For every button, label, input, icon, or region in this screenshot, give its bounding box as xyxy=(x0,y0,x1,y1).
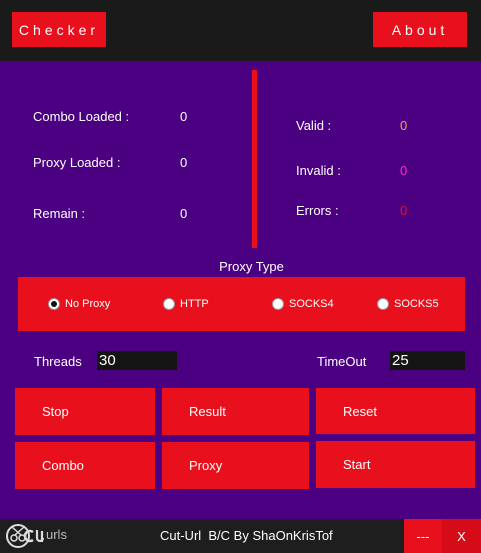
threads-label: Threads xyxy=(34,354,82,369)
proxy-loaded-label: Proxy Loaded : xyxy=(33,155,121,170)
radio-socks5-label: SOCKS5 xyxy=(394,298,439,310)
credit-text: Cut-Url B/C By ShaOnKrisTof xyxy=(160,528,333,543)
top-bar: Checker About xyxy=(0,0,481,61)
radio-checked-icon xyxy=(48,298,60,310)
radio-no-proxy[interactable]: No Proxy xyxy=(48,298,110,310)
threads-input[interactable] xyxy=(97,351,177,370)
proxy-loaded-value: 0 xyxy=(180,155,188,170)
cut-urls-logo-icon: urls xyxy=(4,521,84,551)
minimize-button[interactable]: --- xyxy=(404,519,442,553)
start-button[interactable]: Start xyxy=(316,441,475,488)
timeout-input[interactable] xyxy=(390,351,465,370)
proxy-type-group: No Proxy HTTP SOCKS4 SOCKS5 xyxy=(18,277,465,331)
remain-label: Remain : xyxy=(33,206,86,221)
radio-http[interactable]: HTTP xyxy=(163,298,209,310)
errors-value: 0 xyxy=(400,203,408,218)
checker-button[interactable]: Checker xyxy=(12,12,106,47)
radio-http-label: HTTP xyxy=(180,298,209,310)
proxy-button[interactable]: Proxy xyxy=(162,442,309,489)
combo-loaded-value: 0 xyxy=(180,109,188,124)
remain-value: 0 xyxy=(180,206,188,221)
combo-loaded-label: Combo Loaded : xyxy=(33,109,130,124)
result-button[interactable]: Result xyxy=(162,388,309,435)
timeout-label: TimeOut xyxy=(317,354,367,369)
invalid-value: 0 xyxy=(400,163,408,178)
bottom-bar: urls Cut-Url B/C By ShaOnKrisTof --- X xyxy=(0,519,481,553)
radio-unchecked-icon xyxy=(272,298,284,310)
radio-socks4[interactable]: SOCKS4 xyxy=(272,298,334,310)
about-button[interactable]: About xyxy=(373,12,467,47)
valid-value: 0 xyxy=(400,118,408,133)
radio-no-proxy-label: No Proxy xyxy=(65,298,111,310)
invalid-label: Invalid : xyxy=(296,163,341,178)
combo-button[interactable]: Combo xyxy=(15,442,155,489)
radio-socks5[interactable]: SOCKS5 xyxy=(377,298,439,310)
stats-divider xyxy=(252,70,257,248)
errors-label: Errors : xyxy=(296,203,339,218)
radio-socks4-label: SOCKS4 xyxy=(289,298,334,310)
stop-button[interactable]: Stop xyxy=(15,388,155,435)
radio-unchecked-icon xyxy=(377,298,389,310)
proxy-type-label: Proxy Type xyxy=(219,259,284,274)
valid-label: Valid : xyxy=(296,118,332,133)
reset-button[interactable]: Reset xyxy=(316,388,475,434)
radio-unchecked-icon xyxy=(163,298,175,310)
close-button[interactable]: X xyxy=(442,519,481,553)
logo-text: urls xyxy=(46,527,67,542)
